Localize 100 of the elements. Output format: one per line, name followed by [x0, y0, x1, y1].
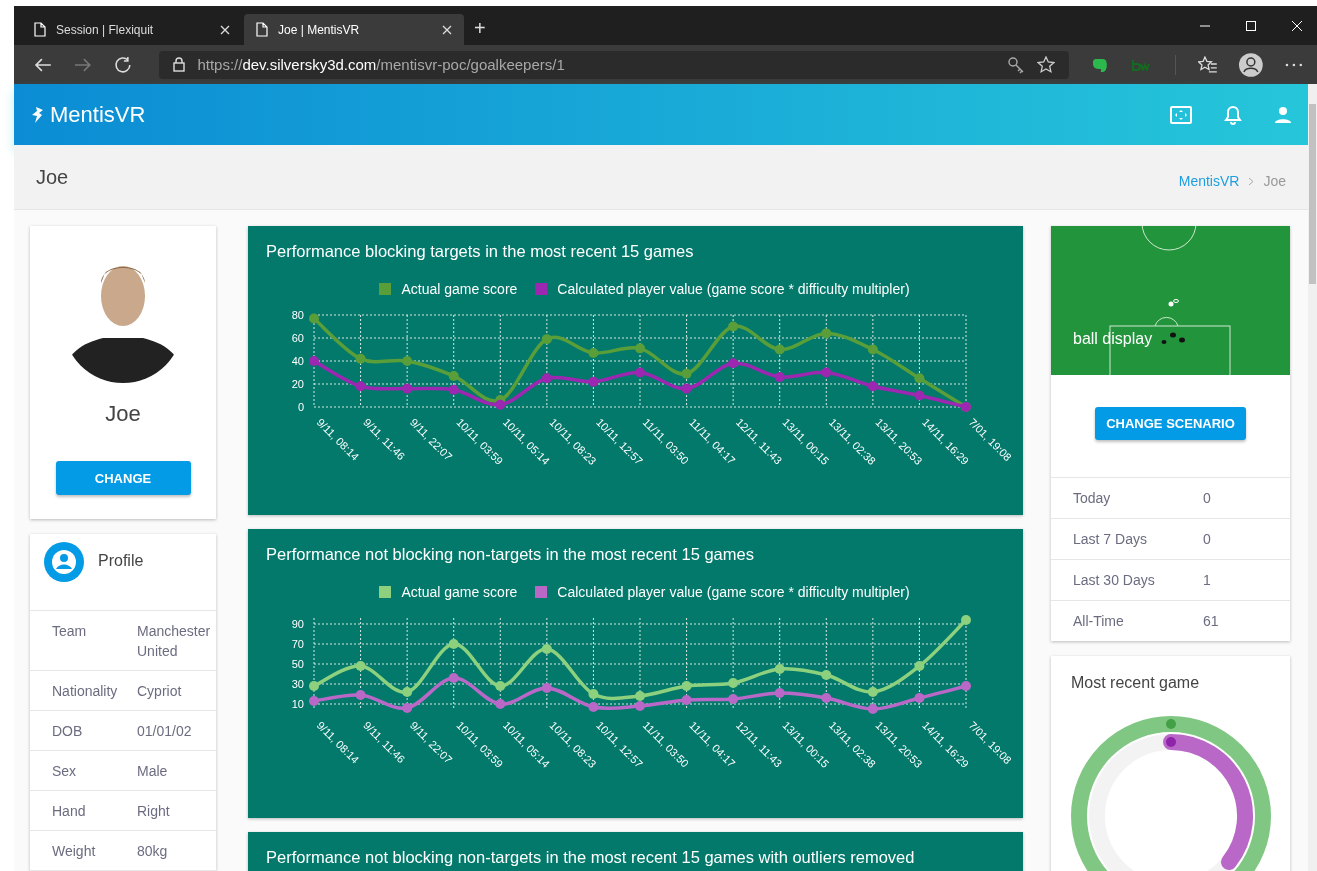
browser-tab[interactable]: Joe | MentisVR	[244, 14, 464, 45]
maximize-icon[interactable]	[1245, 19, 1257, 32]
legend-label[interactable]: Actual game score	[401, 584, 518, 600]
player-name: Joe	[105, 401, 141, 427]
data-point	[541, 644, 552, 654]
close-icon[interactable]	[442, 24, 452, 35]
profile-title: Profile	[98, 551, 144, 570]
data-point	[681, 383, 692, 394]
data-point	[635, 691, 645, 701]
data-point	[541, 683, 552, 693]
profile-label: Nationality	[52, 682, 119, 701]
app-brand[interactable]: MentisVR	[50, 101, 146, 128]
y-tick-label: 60	[291, 332, 304, 344]
chevron-icon	[1248, 176, 1255, 186]
data-point	[309, 356, 319, 366]
more-icon[interactable]	[1285, 62, 1303, 67]
change-scenario-button[interactable]: CHANGE SCENARIO	[1095, 407, 1246, 440]
recent-game-title: Most recent game	[1071, 674, 1201, 692]
legend-swatch[interactable]	[535, 586, 548, 598]
y-tick-label: 90	[291, 618, 304, 630]
data-point	[588, 347, 599, 358]
data-point	[309, 696, 319, 706]
lock-icon	[173, 57, 186, 72]
change-button[interactable]: CHANGE	[55, 461, 191, 495]
profile-icon	[44, 542, 84, 582]
profile-value: 01/01/02	[137, 722, 193, 741]
page-title: Joe	[36, 165, 69, 189]
data-point	[728, 678, 739, 688]
data-point	[821, 670, 832, 680]
data-point	[914, 661, 925, 671]
data-point	[867, 381, 878, 392]
profile-value: Manchester United	[137, 622, 212, 661]
scrollbar[interactable]	[1308, 84, 1317, 871]
profile-value: Right	[137, 802, 171, 821]
legend-swatch[interactable]	[379, 283, 392, 295]
data-point	[495, 681, 506, 691]
data-point	[588, 702, 599, 712]
y-tick-label: 30	[291, 678, 304, 690]
data-point	[961, 681, 971, 691]
y-tick-label: 80	[291, 309, 304, 321]
favorite-star-icon[interactable]	[1037, 55, 1056, 74]
data-point	[355, 381, 366, 392]
data-point	[495, 399, 506, 410]
runner-logo-icon	[30, 105, 44, 124]
back-icon[interactable]	[34, 56, 52, 73]
data-point	[728, 358, 739, 369]
stat-value: 61	[1203, 613, 1219, 629]
data-point	[309, 313, 319, 324]
data-point	[541, 334, 552, 345]
data-point	[681, 695, 692, 705]
browser-tab[interactable]: Session | Flexiquit	[22, 14, 242, 45]
ball-display-label: ball display	[1073, 330, 1153, 348]
data-point	[774, 372, 785, 383]
favorites-icon[interactable]	[1197, 55, 1218, 74]
stat-label: Last 7 Days	[1073, 531, 1148, 547]
stat-label: All-Time	[1073, 613, 1125, 629]
data-point	[914, 693, 925, 703]
y-tick-label: 40	[291, 355, 304, 367]
chart-title: Performance not blocking non-targets in the most recent 15 games with outliers removed	[266, 848, 916, 867]
close-icon[interactable]	[220, 24, 230, 35]
page-icon	[34, 22, 46, 37]
stat-value: 0	[1203, 531, 1211, 547]
legend-label[interactable]: Actual game score	[401, 281, 518, 297]
profile-label: Weight	[52, 842, 97, 861]
stat-value: 1	[1203, 572, 1211, 588]
data-point	[681, 368, 692, 379]
data-point	[774, 664, 785, 674]
data-point	[914, 373, 925, 384]
y-tick-label: 70	[291, 638, 304, 650]
legend-swatch[interactable]	[535, 283, 548, 295]
legend-label[interactable]: Calculated player value (game score * difficulty multipler)	[557, 281, 910, 297]
key-icon[interactable]	[1007, 55, 1026, 74]
data-point	[588, 689, 599, 699]
address-field[interactable]: https://dev.silversky3d.com/mentisvr-poc/goalkeepers/1	[159, 50, 1070, 79]
data-point	[309, 681, 319, 691]
chart-title: Performance blocking targets in the most recent 15 games	[266, 242, 695, 261]
legend-swatch[interactable]	[379, 586, 392, 598]
data-point	[728, 694, 739, 704]
data-point	[448, 384, 459, 395]
data-point	[635, 343, 645, 354]
data-point	[821, 328, 832, 339]
profile-label: Hand	[52, 802, 87, 821]
data-point	[541, 373, 552, 384]
breadcrumb-item[interactable]: MentisVR	[1178, 173, 1240, 189]
y-tick-label: 10	[291, 698, 304, 710]
data-point	[635, 367, 645, 378]
legend-label[interactable]: Calculated player value (game score * difficulty multipler)	[557, 584, 910, 600]
new-tab-button[interactable]: +	[474, 17, 486, 40]
data-point	[821, 693, 832, 703]
data-point	[402, 687, 413, 697]
data-point	[402, 356, 413, 366]
reload-icon[interactable]	[113, 55, 132, 74]
data-point	[402, 383, 413, 394]
data-point	[914, 390, 925, 401]
data-point	[867, 687, 878, 697]
data-point	[588, 376, 599, 387]
forward-icon[interactable]	[73, 56, 92, 73]
profile-avatar-icon[interactable]	[1239, 52, 1264, 77]
data-point	[728, 321, 739, 332]
data-point	[355, 353, 366, 364]
